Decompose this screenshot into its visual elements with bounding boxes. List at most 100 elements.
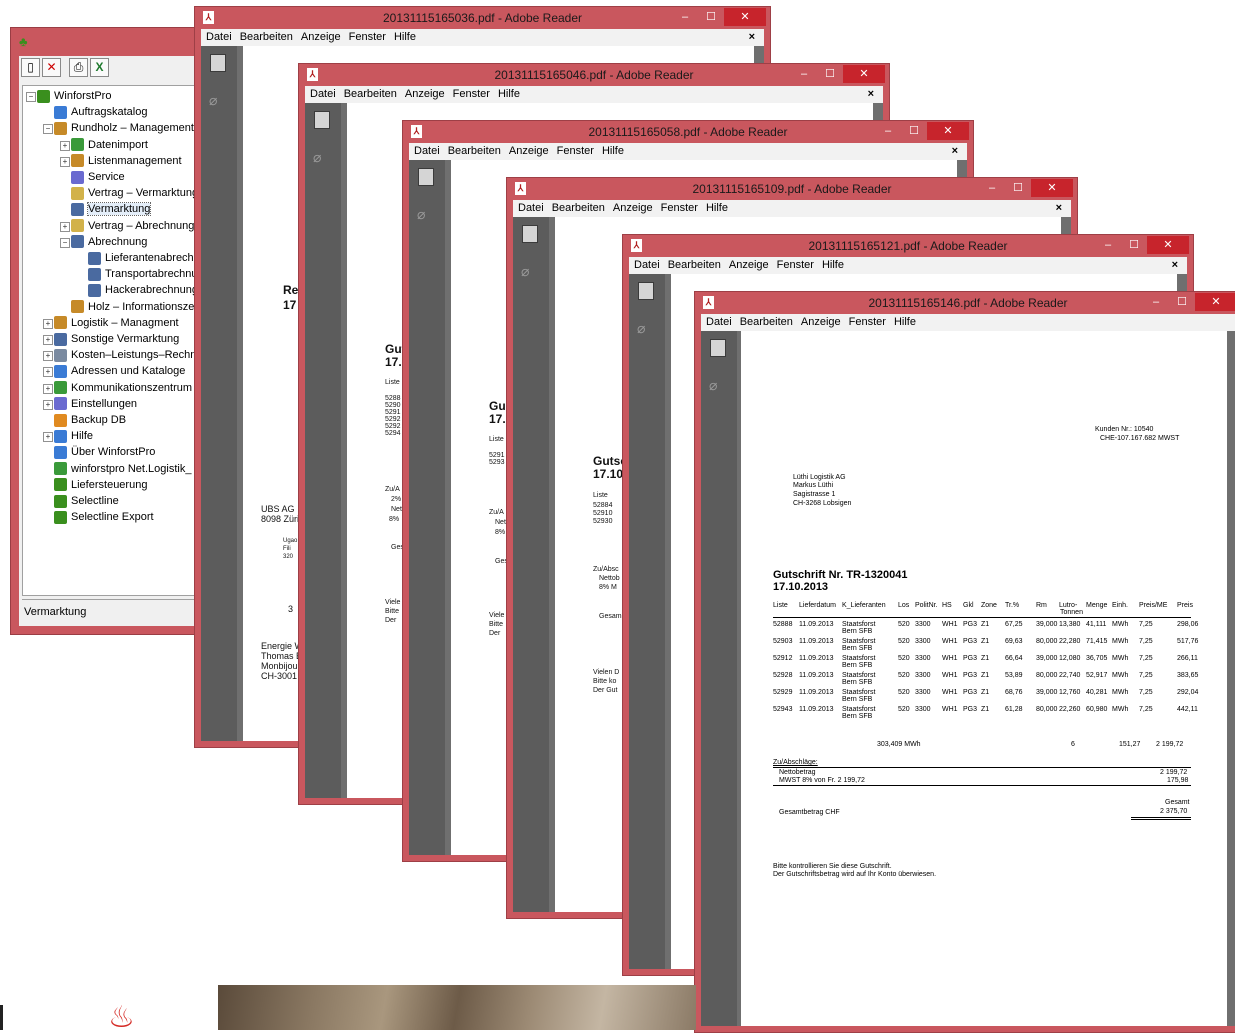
menu-fenster[interactable]: Fenster	[849, 316, 886, 328]
menu-bearbeiten[interactable]: Bearbeiten	[240, 31, 293, 43]
menu-datei[interactable]: Datei	[706, 316, 732, 328]
minimize-button[interactable]: –	[979, 179, 1005, 197]
close-button[interactable]: ✕	[724, 8, 766, 26]
minimize-button[interactable]: –	[1143, 293, 1169, 311]
reader-window-6[interactable]: ⅄ 20131115165146.pdf - Adobe Reader –☐✕ …	[694, 291, 1235, 1033]
tree-item[interactable]: Vermarktung	[71, 201, 150, 217]
tree-item[interactable]: Über WinforstPro	[54, 444, 155, 460]
tree-expander-icon[interactable]: +	[43, 335, 53, 345]
tree-item[interactable]: Kosten–Leistungs–Rechnung	[54, 347, 207, 363]
maximize-button[interactable]: ☐	[901, 122, 927, 140]
menu-anzeige[interactable]: Anzeige	[613, 202, 653, 214]
menu-anzeige[interactable]: Anzeige	[405, 88, 445, 100]
close-doc-icon[interactable]: ×	[1056, 200, 1062, 217]
close-button[interactable]: ✕	[927, 122, 969, 140]
minimize-button[interactable]: –	[875, 122, 901, 140]
tree-expander-icon[interactable]: +	[43, 319, 53, 329]
menu-datei[interactable]: Datei	[206, 31, 232, 43]
excel-icon[interactable]: X	[90, 58, 109, 77]
close-doc-icon[interactable]: ×	[952, 143, 958, 160]
minimize-button[interactable]: –	[1095, 236, 1121, 254]
close-doc-icon[interactable]: ×	[1172, 257, 1178, 274]
minimize-button[interactable]: –	[672, 8, 698, 26]
tree-item[interactable]: WinforstPro	[37, 88, 111, 104]
tree-expander-icon[interactable]: −	[26, 92, 36, 102]
maximize-button[interactable]: ☐	[1121, 236, 1147, 254]
close-doc-icon[interactable]: ×	[868, 86, 874, 103]
tree-expander-icon[interactable]: +	[60, 222, 70, 232]
tree-item[interactable]: winforstpro Net.Logistik_	[54, 461, 191, 477]
tree-item[interactable]: Sonstige Vermarktung	[54, 331, 179, 347]
delete-icon[interactable]: ✕	[42, 58, 61, 77]
tree-item[interactable]: Vertrag – Abrechnung	[71, 218, 194, 234]
pages-icon[interactable]	[638, 282, 654, 300]
attachment-icon[interactable]: ⌀	[313, 149, 321, 166]
tree-item[interactable]: Adressen und Kataloge	[54, 363, 185, 379]
attachment-icon[interactable]: ⌀	[521, 263, 529, 280]
maximize-button[interactable]: ☐	[698, 8, 724, 26]
close-button[interactable]: ✕	[1147, 236, 1189, 254]
menu-hilfe[interactable]: Hilfe	[498, 88, 520, 100]
tree-item[interactable]: Service	[71, 169, 125, 185]
new-file-icon[interactable]: ▯	[21, 58, 40, 77]
tree-expander-icon[interactable]: −	[60, 238, 70, 248]
menu-fenster[interactable]: Fenster	[777, 259, 814, 271]
pages-icon[interactable]	[522, 225, 538, 243]
menu-fenster[interactable]: Fenster	[453, 88, 490, 100]
menu-bearbeiten[interactable]: Bearbeiten	[740, 316, 793, 328]
tree-item[interactable]: Hilfe	[54, 428, 93, 444]
pages-icon[interactable]	[710, 339, 726, 357]
menu-hilfe[interactable]: Hilfe	[602, 145, 624, 157]
menu-hilfe[interactable]: Hilfe	[894, 316, 916, 328]
tree-expander-icon[interactable]: +	[43, 367, 53, 377]
tree-expander-icon[interactable]: −	[43, 124, 53, 134]
menu-bearbeiten[interactable]: Bearbeiten	[552, 202, 605, 214]
tree-item[interactable]: Selectline	[54, 493, 119, 509]
close-doc-icon[interactable]: ×	[749, 29, 755, 46]
menu-datei[interactable]: Datei	[518, 202, 544, 214]
menu-anzeige[interactable]: Anzeige	[729, 259, 769, 271]
menu-fenster[interactable]: Fenster	[557, 145, 594, 157]
pages-icon[interactable]	[314, 111, 330, 129]
tree-item[interactable]: Logistik – Managment	[54, 315, 179, 331]
tree-item[interactable]: Einstellungen	[54, 396, 137, 412]
pages-icon[interactable]	[418, 168, 434, 186]
maximize-button[interactable]: ☐	[1005, 179, 1031, 197]
tree-item[interactable]: Abrechnung	[71, 234, 147, 250]
maximize-button[interactable]: ☐	[1169, 293, 1195, 311]
menu-bearbeiten[interactable]: Bearbeiten	[344, 88, 397, 100]
tree-item[interactable]: Kommunikationszentrum	[54, 380, 192, 396]
print-icon[interactable]: ⎙	[69, 58, 88, 77]
menu-bearbeiten[interactable]: Bearbeiten	[668, 259, 721, 271]
tree-item[interactable]: Backup DB	[54, 412, 126, 428]
tree-item[interactable]: Transportabrechnung	[88, 266, 207, 282]
menu-fenster[interactable]: Fenster	[349, 31, 386, 43]
menu-anzeige[interactable]: Anzeige	[301, 31, 341, 43]
maximize-button[interactable]: ☐	[817, 65, 843, 83]
menu-datei[interactable]: Datei	[310, 88, 336, 100]
tree-expander-icon[interactable]: +	[43, 400, 53, 410]
attachment-icon[interactable]: ⌀	[637, 320, 645, 337]
attachment-icon[interactable]: ⌀	[709, 377, 717, 394]
tree-expander-icon[interactable]: +	[43, 351, 53, 361]
tree-expander-icon[interactable]: +	[60, 141, 70, 151]
tree-item[interactable]: Liefersteuerung	[54, 477, 147, 493]
attachment-icon[interactable]: ⌀	[417, 206, 425, 223]
menu-datei[interactable]: Datei	[634, 259, 660, 271]
tree-expander-icon[interactable]: +	[60, 157, 70, 167]
menu-datei[interactable]: Datei	[414, 145, 440, 157]
close-button[interactable]: ✕	[843, 65, 885, 83]
tree-item[interactable]: Hackerabrechnung	[88, 282, 198, 298]
pages-icon[interactable]	[210, 54, 226, 72]
tree-item[interactable]: Lieferantenabrechnung	[88, 250, 207, 266]
tree-item[interactable]: Rundholz – Management	[54, 120, 194, 136]
close-button[interactable]: ✕	[1195, 293, 1235, 311]
attachment-icon[interactable]: ⌀	[209, 92, 217, 109]
menu-anzeige[interactable]: Anzeige	[509, 145, 549, 157]
tree-expander-icon[interactable]: +	[43, 432, 53, 442]
menu-anzeige[interactable]: Anzeige	[801, 316, 841, 328]
close-button[interactable]: ✕	[1031, 179, 1073, 197]
tree-item[interactable]: Vertrag – Vermarktung	[71, 185, 198, 201]
tree-expander-icon[interactable]: +	[43, 384, 53, 394]
tree-item[interactable]: Datenimport	[71, 137, 148, 153]
